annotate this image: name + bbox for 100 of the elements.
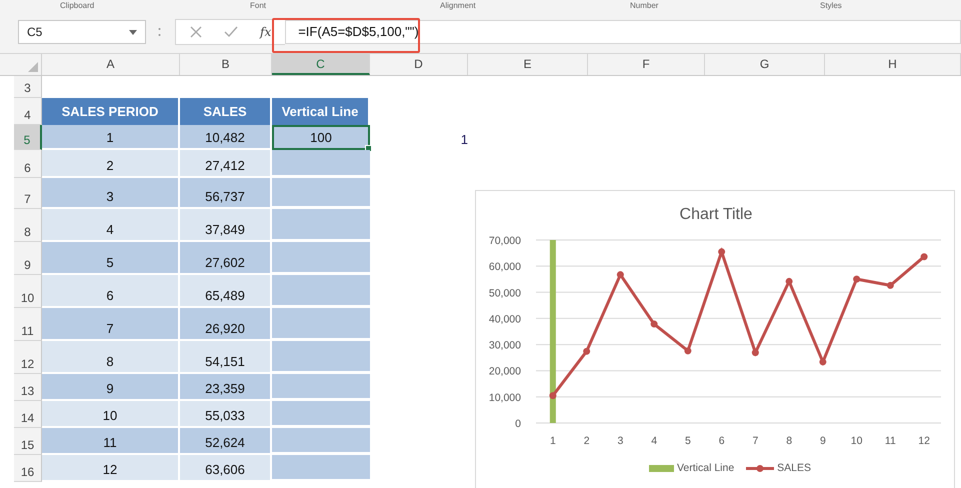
point xyxy=(684,347,692,354)
column-header[interactable]: H xyxy=(825,54,961,75)
table-cell: 65,489 xyxy=(180,275,272,308)
row-header[interactable]: 11 xyxy=(14,308,42,341)
point xyxy=(752,349,759,356)
table-cell: 54,151 xyxy=(180,341,272,374)
point xyxy=(718,248,726,256)
row-header[interactable]: 14 xyxy=(14,401,42,428)
column-title: Vertical Line xyxy=(272,98,370,125)
table-cell: 7 xyxy=(42,308,180,341)
table-cell: 55,033 xyxy=(180,401,272,428)
legend-swatch xyxy=(648,464,674,472)
check-icon[interactable] xyxy=(224,26,238,38)
axis-label: 10,000 xyxy=(488,392,521,404)
row-header[interactable]: 10 xyxy=(14,275,42,308)
select-all-icon[interactable] xyxy=(28,62,38,72)
row-header[interactable]: 13 xyxy=(14,374,42,401)
ribbon-group-label: Clipboard xyxy=(59,0,96,11)
table-cell: 2 xyxy=(42,150,180,178)
row-header[interactable]: 16 xyxy=(14,455,42,482)
table-cell: 10 xyxy=(42,401,180,428)
table-cell: 1 xyxy=(42,125,180,150)
column-header[interactable]: E xyxy=(468,54,588,75)
table-cell: 3 xyxy=(42,178,180,209)
ribbon-group-label: Alignment xyxy=(439,0,477,11)
chart-card[interactable]: Chart Title 0 10,000 20,000 30,000 40,000 50,000 60,000 70,000 1 2 3 4 5 6 7 8 9 10 11 12 Vertical Line SALES xyxy=(475,190,955,488)
table-cell: 9 xyxy=(42,374,180,401)
table-cell: 56,737 xyxy=(180,178,272,209)
formula-field[interactable]: =IF(A5=$D$5,100,"") xyxy=(285,20,961,44)
point xyxy=(853,276,860,283)
table-cell: 23,359 xyxy=(180,374,272,401)
column-title: SALES xyxy=(180,98,272,125)
point xyxy=(583,348,590,355)
row-header[interactable]: 12 xyxy=(14,341,42,374)
point xyxy=(650,320,658,328)
table-cell: 63,606 xyxy=(180,455,272,482)
axis-label: 30,000 xyxy=(488,340,521,352)
point xyxy=(886,282,894,289)
grip-icon xyxy=(158,27,161,37)
axis-label: 0 xyxy=(515,418,521,430)
insert-function-button[interactable]: fx xyxy=(260,25,272,39)
table-cell: 4 xyxy=(42,209,180,242)
column-header[interactable]: F xyxy=(588,54,705,75)
row-header[interactable]: 9 xyxy=(14,242,42,275)
point xyxy=(616,271,624,278)
column-header[interactable]: A xyxy=(42,54,180,75)
name-box[interactable]: C5 xyxy=(18,20,146,44)
caret-icon xyxy=(129,30,137,34)
table-cell: 52,624 xyxy=(180,428,272,455)
legend-swatch xyxy=(746,464,774,472)
table-cell: 6 xyxy=(42,275,180,308)
axis-label: 9 xyxy=(820,435,826,447)
column-header[interactable]: C xyxy=(272,54,370,75)
row-header[interactable]: 15 xyxy=(14,428,42,455)
table-cell: 10,482 xyxy=(180,125,272,150)
row-header[interactable]: 3 xyxy=(14,76,42,98)
ribbon-group-label: Number xyxy=(629,0,660,11)
cancel-icon[interactable] xyxy=(190,26,202,38)
table-cell: 12 xyxy=(42,455,180,482)
table-cell: 27,412 xyxy=(180,150,272,178)
column-title: SALES PERIOD xyxy=(42,98,180,125)
axis-label: 60,000 xyxy=(488,261,521,274)
axis-label: 8 xyxy=(786,435,792,447)
row-header[interactable]: 4 xyxy=(14,98,42,125)
ribbon-group-label: Styles xyxy=(819,0,843,11)
column-header[interactable]: G xyxy=(705,54,825,75)
axis-label: 7 xyxy=(752,435,758,447)
axis-label: 3 xyxy=(617,435,624,447)
table-cell: 8 xyxy=(42,341,180,374)
legend-label: SALES xyxy=(777,462,812,474)
axis-label: 50,000 xyxy=(488,287,521,300)
axis-label: 70,000 xyxy=(488,235,521,247)
axis-label: 5 xyxy=(684,435,691,447)
table-cell-text: 1 xyxy=(460,131,468,149)
table-cell: 11 xyxy=(42,428,180,455)
axis-label: 40,000 xyxy=(488,313,521,326)
chart-title: Chart Title xyxy=(680,206,752,223)
ribbon-group-label: Font xyxy=(249,0,268,11)
row-header[interactable]: 7 xyxy=(14,178,42,209)
table-cell: 5 xyxy=(42,242,180,275)
point xyxy=(920,253,928,260)
axis-label: 10 xyxy=(850,435,862,447)
table-cell: 26,920 xyxy=(180,308,272,341)
axis-label: 11 xyxy=(884,435,896,447)
axis-label: 2 xyxy=(584,435,590,447)
row-header[interactable]: 6 xyxy=(14,150,42,178)
axis-label: 6 xyxy=(718,435,725,447)
table-cell: 100 xyxy=(272,125,370,150)
row-header[interactable]: 5 xyxy=(14,125,42,150)
point xyxy=(549,392,556,400)
table-cell: 37,849 xyxy=(180,209,272,242)
row-header[interactable]: 8 xyxy=(14,209,42,242)
axis-label: 12 xyxy=(918,435,930,447)
point xyxy=(786,278,793,285)
axis-label: 1 xyxy=(550,435,556,447)
table-cell: 27,602 xyxy=(180,242,272,275)
axis-label: 20,000 xyxy=(488,366,521,378)
column-header[interactable]: D xyxy=(370,54,468,75)
legend-label: Vertical Line xyxy=(676,462,734,474)
axis-label: 4 xyxy=(651,435,658,447)
